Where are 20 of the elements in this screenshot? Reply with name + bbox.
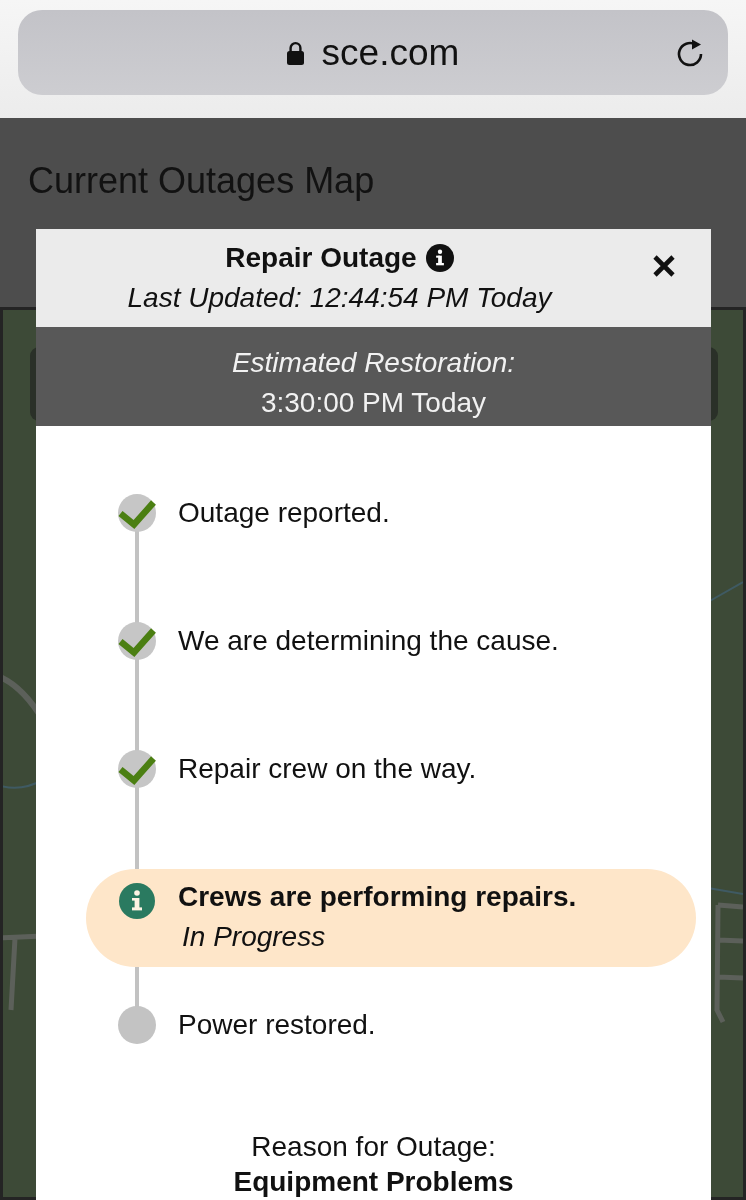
step-status: In Progress bbox=[181, 920, 327, 954]
last-updated-text: Last Updated: 12:44:54 PM Today bbox=[126, 281, 554, 315]
step-label: Outage reported. bbox=[178, 496, 391, 530]
step-label: We are determining the cause. bbox=[178, 624, 560, 658]
url-text: sce.com bbox=[321, 30, 460, 75]
close-button[interactable] bbox=[653, 255, 675, 277]
step-label: Crews are performing repairs. bbox=[178, 880, 578, 914]
page-title: Current Outages Map bbox=[28, 161, 376, 201]
reload-icon bbox=[676, 38, 704, 67]
step-label: Power restored. bbox=[178, 1008, 377, 1042]
step-label: Repair crew on the way. bbox=[178, 752, 478, 786]
reason-label: Reason for Outage: bbox=[250, 1130, 497, 1164]
restoration-label: Estimated Restoration: bbox=[230, 346, 517, 380]
dialog-title: Repair Outage bbox=[225, 241, 417, 275]
reason-value: Equipment Problems bbox=[232, 1165, 515, 1199]
address-field[interactable]: sce.com bbox=[18, 10, 728, 95]
close-icon bbox=[653, 255, 675, 277]
reload-button[interactable] bbox=[676, 38, 704, 67]
info-icon[interactable] bbox=[425, 244, 454, 272]
restoration-time: 3:30:00 PM Today bbox=[259, 386, 488, 420]
